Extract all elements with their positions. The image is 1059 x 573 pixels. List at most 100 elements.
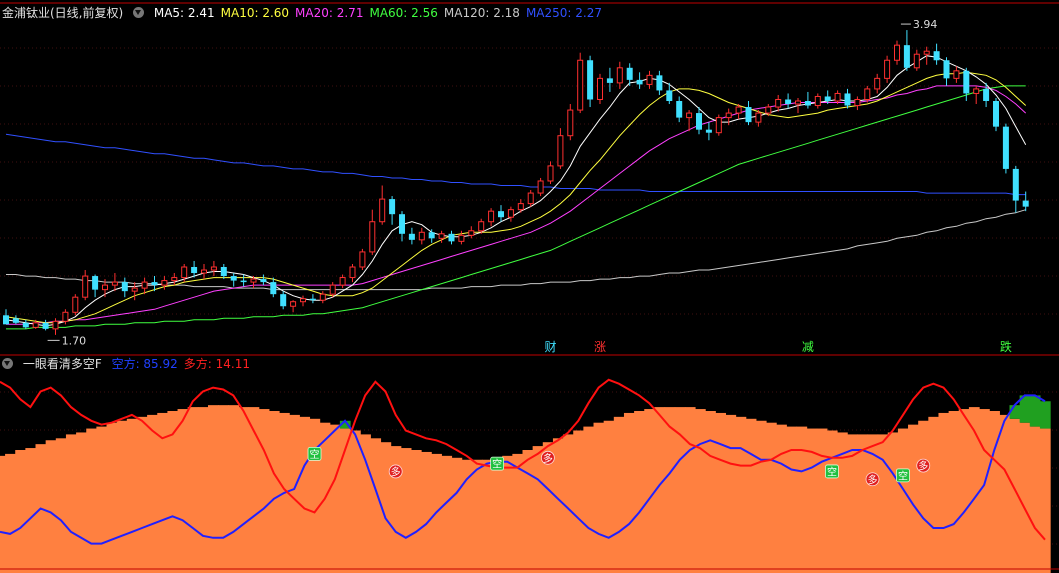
candle [260,274,267,286]
candle-body [517,203,524,211]
candle-body [438,233,445,239]
area-bar [918,420,929,573]
candle [3,309,9,325]
signal-label: 多 [868,473,878,486]
area-bar [725,414,737,573]
candle-body [488,210,495,223]
area-bar [765,422,777,573]
candle [349,263,356,283]
candle [300,295,306,307]
candle-body [983,88,990,101]
candle-body [72,296,79,313]
candle [339,274,346,289]
candle [606,67,613,92]
candle [943,57,950,86]
candle-body [854,98,861,107]
kline-chart-window: 3.941.70财涨减跌空多空多空多空多空 金浦钛业(日线,前复权) MA5: … [0,0,1059,573]
chart-canvas: 3.941.70财涨减跌空多空多空多空多空 [0,2,1059,573]
ma120-line [6,209,1026,291]
signal-label: 多 [391,465,401,478]
area-bar [948,411,960,573]
candle [507,206,514,222]
candle-body [32,322,39,328]
candle-body [82,275,89,298]
area-bar [147,414,158,573]
candle-body [844,93,851,106]
area-bar [187,407,199,573]
candle [22,319,29,329]
candle-body [220,267,227,277]
area-bar [258,409,270,573]
candle-body [468,230,475,236]
low-price-label: 1.70 [62,334,87,347]
area-bar [76,432,87,573]
candle [676,96,683,123]
area-bar [238,407,250,573]
area-bar [45,440,57,573]
candle [725,108,732,126]
candle [201,263,207,280]
candle [448,230,455,245]
area-bar [583,426,595,573]
candle [874,73,881,94]
candle [319,291,326,304]
candle [705,122,712,141]
candle [359,248,366,271]
area-bar [96,426,108,573]
candle [389,196,396,225]
candle [933,43,940,65]
candle-body [795,100,801,105]
candle [785,93,792,109]
candle-body [745,107,752,123]
area-bar [958,409,970,573]
candle-body [735,106,742,114]
candle [1012,165,1019,213]
candle-body [953,70,960,79]
area-bar [502,455,513,573]
candle-body [725,112,732,119]
signal-marker: 空 [307,446,322,461]
candle-body [676,101,683,118]
area-bar [664,407,676,573]
candle-body [12,318,19,323]
candle-body [973,88,980,94]
area-bar [786,426,798,573]
candle [854,96,861,111]
ma250-line [5,133,1026,196]
candle [567,104,574,141]
indicator-title: 一眼看清多空F [22,357,102,371]
signal-marker: 多 [388,464,403,478]
ma-label: MA250: 2.27 [525,6,602,20]
candle-body [389,199,396,215]
area-bar [25,448,37,573]
indicator-settings-icon[interactable] [2,358,13,369]
area-bar [55,438,67,573]
candle-body [834,92,841,102]
candle [537,177,544,197]
candle-body [478,221,485,232]
candle-body [428,232,435,239]
area-bar [400,448,412,573]
candle-body [3,315,9,325]
area-bar [755,420,767,573]
ma-legend: MA5: 2.41 MA10: 2.60 MA20: 2.71 MA60: 2.56 M… [154,6,608,20]
candle [884,55,891,83]
candle-body [1012,168,1019,201]
candle-body [686,112,693,119]
area-bar [126,418,138,573]
candle-body [339,277,346,286]
area-bar [593,422,605,573]
candle-body [458,234,465,242]
ma-label: MA60: 2.56 [369,6,438,20]
candle [903,30,910,71]
main-chart-settings-icon[interactable] [133,7,145,18]
candle-body [884,59,891,79]
area-bar [644,409,655,573]
candle-body [309,298,316,301]
area-bar [694,409,706,573]
ma-label: MA120: 2.18 [443,6,520,20]
area-bar [796,426,808,573]
area-bar [309,418,321,573]
candle-body [527,192,534,205]
candle-body [824,96,831,101]
